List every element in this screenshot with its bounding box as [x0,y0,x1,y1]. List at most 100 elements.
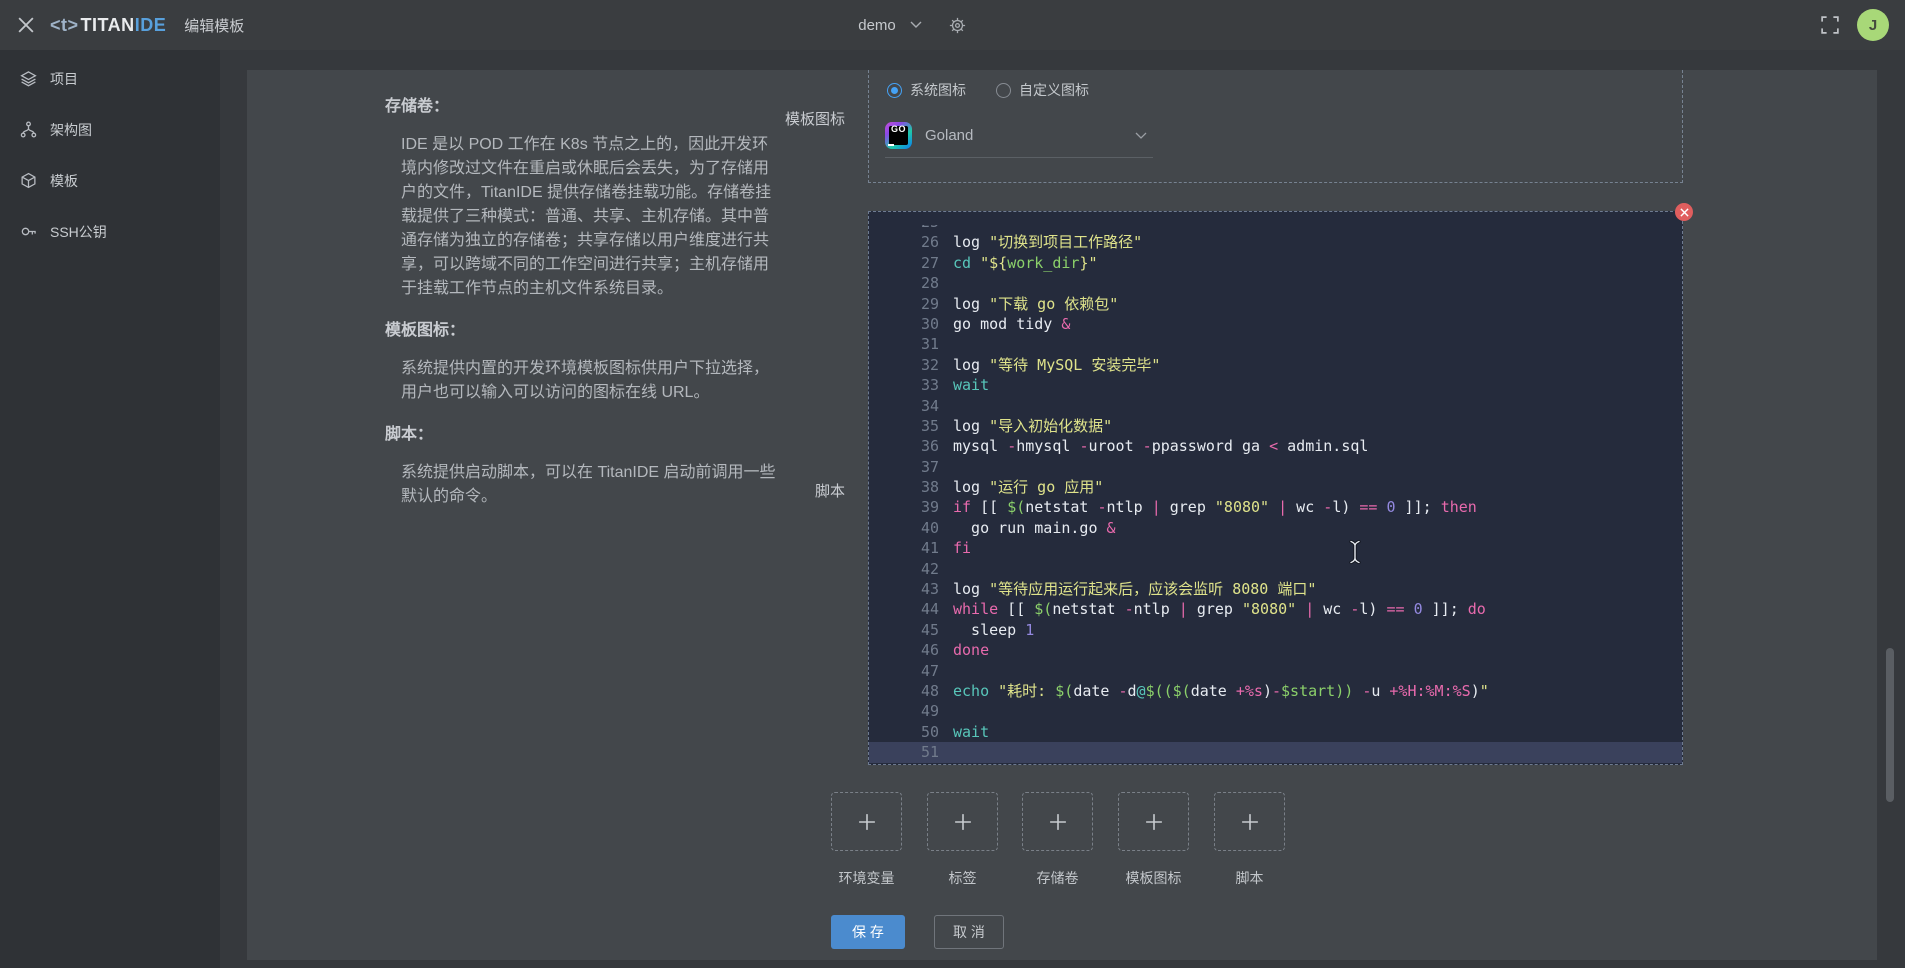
code-text: cd "${work_dir}" [939,253,1098,273]
editor-line-36[interactable]: 36mysql -hmysql -uroot -ppassword ga < a… [869,436,1682,456]
help-paragraph: IDE 是以 POD 工作在 K8s 节点之上的，因此开发环境内修改过文件在重启… [401,133,795,301]
system-icon-radio[interactable]: 系统图标 [887,80,966,100]
script-editor[interactable]: 2526log "切换到项目工作路径"27cd "${work_dir}"282… [868,211,1683,765]
editor-line-41[interactable]: 41fi [869,538,1682,558]
editor-line-45[interactable]: 45 sleep 1 [869,620,1682,640]
editor-line-30[interactable]: 30go mod tidy & [869,314,1682,334]
plus-icon [1241,813,1259,831]
code-text [939,396,953,416]
sidebar-item-1[interactable]: 项目 [0,53,220,104]
editor-line-32[interactable]: 32log "等待 MySQL 安装完毕" [869,355,1682,375]
key-icon [20,223,38,241]
sidebar-item-4[interactable]: SSH公钥 [0,206,220,257]
sidebar-item-label: 架构图 [50,120,92,140]
remove-script-icon[interactable] [1675,203,1693,221]
editor-line-39[interactable]: 39if [[ $(netstat -ntlp | grep "8080" | … [869,497,1682,517]
line-number: 31 [869,334,939,354]
code-text [939,457,953,477]
help-text-line: 系统提供内置的开发环境模板图标供用户下拉选择， [401,357,795,381]
editor-line-26[interactable]: 26log "切换到项目工作路径" [869,232,1682,252]
help-text-line: 境内修改过文件在重启或休眠后会丢失，为了存储用 [401,157,795,181]
page-scrollbar[interactable] [1886,648,1894,802]
fullscreen-icon[interactable] [1821,16,1839,34]
chevron-down-icon[interactable] [910,21,922,29]
line-number: 43 [869,579,939,599]
line-number: 45 [869,620,939,640]
icon-select-value: Goland [925,127,1135,144]
editor-line-43[interactable]: 43log "等待应用运行起来后，应该会监听 8080 端口" [869,579,1682,599]
sidebar-item-3[interactable]: 模板 [0,155,220,206]
workspace-name[interactable]: demo [858,17,896,34]
line-number: 51 [869,742,939,762]
gear-icon[interactable] [948,16,967,35]
sidebar-item-label: 项目 [50,69,78,89]
help-heading: 脚本： [385,420,795,444]
editor-line-51[interactable]: 51 [869,742,1682,762]
line-number: 40 [869,518,939,538]
radio-selected-icon [887,83,902,98]
line-number: 30 [869,314,939,334]
editor-line-37[interactable]: 37 [869,457,1682,477]
add-button-label: 标签 [927,868,998,888]
plus-icon [1049,813,1067,831]
code-text: done [939,640,989,660]
add-2-button[interactable] [927,792,998,851]
editor-line-31[interactable]: 31 [869,334,1682,354]
line-number: 26 [869,232,939,252]
editor-line-40[interactable]: 40 go run main.go & [869,518,1682,538]
editor-line-33[interactable]: 33wait [869,375,1682,395]
line-number: 47 [869,661,939,681]
template-icon-section: 系统图标 自定义图标 GO Goland [868,70,1683,183]
editor-line-34[interactable]: 34 [869,396,1682,416]
script-row-label: 脚本 [655,480,845,501]
code-text: go run main.go & [939,518,1116,538]
add-3-button[interactable] [1022,792,1093,851]
sidebar-item-label: 模板 [50,171,78,191]
add-button-label: 模板图标 [1118,868,1189,888]
add-button-label: 存储卷 [1022,868,1093,888]
line-number: 50 [869,722,939,742]
avatar[interactable]: J [1857,9,1889,41]
code-text [939,701,953,721]
editor-line-49[interactable]: 49 [869,701,1682,721]
code-text: echo "耗时: $(date -d@$(($(date +%s)-$star… [939,681,1489,701]
line-number: 28 [869,273,939,293]
editor-line-42[interactable]: 42 [869,559,1682,579]
line-number: 32 [869,355,939,375]
cancel-button[interactable]: 取 消 [934,915,1004,949]
sidebar-item-2[interactable]: 架构图 [0,104,220,155]
editor-line-38[interactable]: 38log "运行 go 应用" [869,477,1682,497]
custom-icon-radio[interactable]: 自定义图标 [996,80,1089,100]
editor-line-28[interactable]: 28 [869,273,1682,293]
code-text: mysql -hmysql -uroot -ppassword ga < adm… [939,436,1368,456]
help-text-line: 于挂载工作节点的主机文件系统目录。 [401,277,795,301]
icon-select[interactable]: GO Goland [885,114,1153,158]
content-panel: 存储卷：IDE 是以 POD 工作在 K8s 节点之上的，因此开发环境内修改过文… [247,70,1877,960]
line-number: 37 [869,457,939,477]
add-1-button[interactable] [831,792,902,851]
line-number: 33 [869,375,939,395]
editor-line-35[interactable]: 35log "导入初始化数据" [869,416,1682,436]
editor-line-47[interactable]: 47 [869,661,1682,681]
editor-line-46[interactable]: 46done [869,640,1682,660]
line-number: 49 [869,701,939,721]
editor-line-29[interactable]: 29log "下载 go 依赖包" [869,294,1682,314]
help-heading: 模板图标： [385,316,795,340]
code-text: go mod tidy & [939,314,1070,334]
editor-line-27[interactable]: 27cd "${work_dir}" [869,253,1682,273]
editor-line-44[interactable]: 44while [[ $(netstat -ntlp | grep "8080"… [869,599,1682,619]
line-number: 36 [869,436,939,456]
line-number: 29 [869,294,939,314]
editor-line-48[interactable]: 48echo "耗时: $(date -d@$(($(date +%s)-$st… [869,681,1682,701]
code-text [939,273,953,293]
add-4-button[interactable] [1118,792,1189,851]
save-button[interactable]: 保 存 [831,915,905,949]
code-text: log "切换到项目工作路径" [939,232,1142,252]
goland-icon: GO [885,122,912,149]
add-5-button[interactable] [1214,792,1285,851]
line-number: 34 [869,396,939,416]
plus-icon [858,813,876,831]
editor-line-50[interactable]: 50wait [869,722,1682,742]
chevron-down-icon[interactable] [1135,127,1147,145]
help-text-line: 用户也可以输入可以访问的图标在线 URL。 [401,381,795,405]
